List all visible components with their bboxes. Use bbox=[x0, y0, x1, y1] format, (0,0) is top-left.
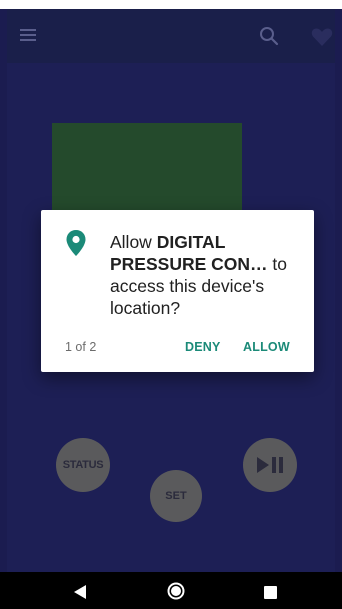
back-icon[interactable] bbox=[73, 584, 87, 600]
dialog-message: Allow DIGITAL PRESSURE CON… to access th… bbox=[110, 231, 300, 319]
home-icon[interactable] bbox=[167, 582, 185, 600]
recents-icon[interactable] bbox=[264, 586, 277, 599]
dialog-message-prefix: Allow bbox=[110, 232, 157, 252]
location-pin-icon bbox=[66, 230, 86, 256]
permission-dialog: Allow DIGITAL PRESSURE CON… to access th… bbox=[41, 210, 314, 372]
page-counter: 1 of 2 bbox=[65, 340, 97, 354]
deny-button[interactable]: DENY bbox=[185, 340, 221, 354]
allow-button[interactable]: ALLOW bbox=[243, 340, 290, 354]
